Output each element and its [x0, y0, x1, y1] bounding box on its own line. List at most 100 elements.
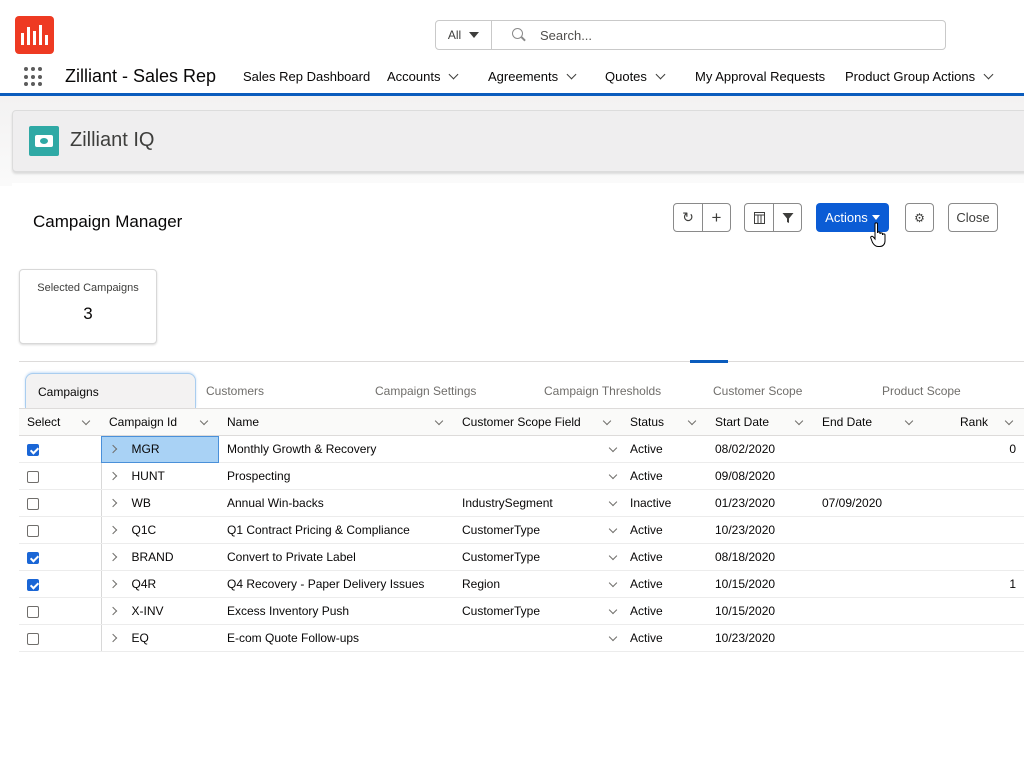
- table-row[interactable]: MGR Monthly Growth & Recovery Active 08/02/…: [19, 435, 1024, 463]
- campaign-id-cell[interactable]: MGR: [100, 435, 219, 463]
- nav-item-sales-rep-dashboard[interactable]: Sales Rep Dashboard: [243, 69, 370, 84]
- filter-button[interactable]: [773, 204, 801, 231]
- chevron-right-icon[interactable]: [108, 498, 117, 508]
- rank-cell[interactable]: [924, 624, 1024, 652]
- customer-scope-field-cell[interactable]: CustomerType: [454, 597, 622, 625]
- start-date-cell[interactable]: 10/15/2020: [707, 597, 814, 625]
- app-launcher-icon[interactable]: [24, 67, 44, 87]
- campaign-name-cell[interactable]: Annual Win-backs: [219, 489, 454, 517]
- campaign-id-cell[interactable]: HUNT: [100, 462, 219, 490]
- table-row[interactable]: Q1C Q1 Contract Pricing & Compliance Custo…: [19, 516, 1024, 544]
- chevron-right-icon[interactable]: [108, 525, 117, 535]
- end-date-cell[interactable]: [814, 516, 924, 544]
- campaign-name-cell[interactable]: Monthly Growth & Recovery: [219, 435, 454, 463]
- close-button[interactable]: Close: [948, 203, 998, 232]
- chevron-right-icon[interactable]: [108, 471, 117, 481]
- nav-item-product-group-actions[interactable]: Product Group Actions: [845, 69, 994, 84]
- column-header-start-date[interactable]: Start Date: [707, 408, 814, 436]
- table-row[interactable]: WB Annual Win-backs IndustrySegment Inactiv…: [19, 489, 1024, 517]
- column-header-campaign-id[interactable]: Campaign Id: [101, 408, 219, 436]
- status-cell[interactable]: Active: [622, 462, 707, 490]
- campaign-id-cell[interactable]: BRAND: [100, 543, 219, 571]
- customer-scope-field-cell[interactable]: [454, 435, 622, 463]
- chevron-right-icon[interactable]: [108, 579, 117, 589]
- column-header-end-date[interactable]: End Date: [814, 408, 924, 436]
- chevron-down-icon[interactable]: [794, 416, 804, 426]
- start-date-cell[interactable]: 10/23/2020: [707, 624, 814, 652]
- customer-scope-field-cell[interactable]: CustomerType: [454, 516, 622, 544]
- chevron-right-icon[interactable]: [108, 633, 117, 643]
- customer-scope-field-cell[interactable]: IndustrySegment: [454, 489, 622, 517]
- zilliant-logo-icon[interactable]: [15, 16, 54, 54]
- refresh-button[interactable]: ↻: [674, 204, 702, 231]
- campaign-name-cell[interactable]: Q4 Recovery - Paper Delivery Issues: [219, 570, 454, 598]
- start-date-cell[interactable]: 10/23/2020: [707, 516, 814, 544]
- campaign-id-cell[interactable]: Q1C: [100, 516, 219, 544]
- campaign-id-cell[interactable]: Q4R: [100, 570, 219, 598]
- tab-campaign-thresholds[interactable]: Campaign Thresholds: [544, 384, 661, 398]
- end-date-cell[interactable]: 07/09/2020: [814, 489, 924, 517]
- rank-cell[interactable]: 1: [924, 570, 1024, 598]
- columns-button[interactable]: [745, 204, 773, 231]
- chevron-down-icon[interactable]: [608, 497, 618, 507]
- status-cell[interactable]: Active: [622, 435, 707, 463]
- campaign-name-cell[interactable]: Convert to Private Label: [219, 543, 454, 571]
- table-row[interactable]: X-INV Excess Inventory Push CustomerType Ac…: [19, 597, 1024, 625]
- table-row[interactable]: HUNT Prospecting Active 09/08/2020: [19, 462, 1024, 490]
- campaign-id-cell[interactable]: WB: [100, 489, 219, 517]
- chevron-down-icon[interactable]: [449, 69, 459, 80]
- chevron-down-icon[interactable]: [1004, 416, 1014, 426]
- search-scope-dropdown[interactable]: All: [436, 21, 492, 49]
- campaign-name-cell[interactable]: Prospecting: [219, 462, 454, 490]
- customer-scope-field-cell[interactable]: [454, 462, 622, 490]
- chevron-down-icon[interactable]: [608, 578, 618, 588]
- search-input[interactable]: [540, 27, 920, 43]
- row-checkbox[interactable]: [27, 632, 39, 645]
- customer-scope-field-cell[interactable]: Region: [454, 570, 622, 598]
- start-date-cell[interactable]: 10/15/2020: [707, 570, 814, 598]
- chevron-down-icon[interactable]: [904, 416, 914, 426]
- nav-item-agreements[interactable]: Agreements: [488, 69, 577, 84]
- chevron-down-icon[interactable]: [608, 632, 618, 642]
- customer-scope-field-cell[interactable]: CustomerType: [454, 543, 622, 571]
- chevron-down-icon[interactable]: [608, 551, 618, 561]
- row-checkbox[interactable]: [27, 605, 39, 618]
- tab-customer-scope[interactable]: Customer Scope: [713, 384, 802, 398]
- rank-cell[interactable]: [924, 462, 1024, 490]
- chevron-down-icon[interactable]: [566, 69, 577, 80]
- chevron-down-icon[interactable]: [983, 69, 994, 80]
- rank-cell[interactable]: [924, 543, 1024, 571]
- end-date-cell[interactable]: [814, 597, 924, 625]
- chevron-down-icon[interactable]: [81, 416, 91, 426]
- campaign-name-cell[interactable]: Q1 Contract Pricing & Compliance: [219, 516, 454, 544]
- chevron-down-icon[interactable]: [434, 416, 444, 426]
- row-checkbox[interactable]: [27, 578, 39, 591]
- add-button[interactable]: +: [702, 204, 730, 231]
- status-cell[interactable]: Active: [622, 624, 707, 652]
- column-header-name[interactable]: Name: [219, 408, 454, 436]
- tab-campaign-settings[interactable]: Campaign Settings: [375, 384, 476, 398]
- start-date-cell[interactable]: 08/18/2020: [707, 543, 814, 571]
- row-checkbox[interactable]: [27, 443, 39, 456]
- chevron-down-icon[interactable]: [608, 524, 618, 534]
- status-cell[interactable]: Active: [622, 543, 707, 571]
- campaign-name-cell[interactable]: E-com Quote Follow-ups: [219, 624, 454, 652]
- tab-campaigns[interactable]: Campaigns: [25, 373, 196, 408]
- status-cell[interactable]: Active: [622, 516, 707, 544]
- tab-product-scope[interactable]: Product Scope: [882, 384, 961, 398]
- status-cell[interactable]: Active: [622, 597, 707, 625]
- chevron-right-icon[interactable]: [108, 444, 117, 454]
- campaign-name-cell[interactable]: Excess Inventory Push: [219, 597, 454, 625]
- tab-customers[interactable]: Customers: [206, 384, 264, 398]
- column-header-status[interactable]: Status: [622, 408, 707, 436]
- end-date-cell[interactable]: [814, 543, 924, 571]
- start-date-cell[interactable]: 09/08/2020: [707, 462, 814, 490]
- chevron-down-icon[interactable]: [608, 605, 618, 615]
- rank-cell[interactable]: [924, 597, 1024, 625]
- end-date-cell[interactable]: [814, 624, 924, 652]
- end-date-cell[interactable]: [814, 462, 924, 490]
- column-header-rank[interactable]: Rank: [924, 408, 1024, 436]
- chevron-down-icon[interactable]: [199, 416, 209, 426]
- row-checkbox[interactable]: [27, 470, 39, 483]
- nav-item-accounts[interactable]: Accounts: [387, 69, 459, 84]
